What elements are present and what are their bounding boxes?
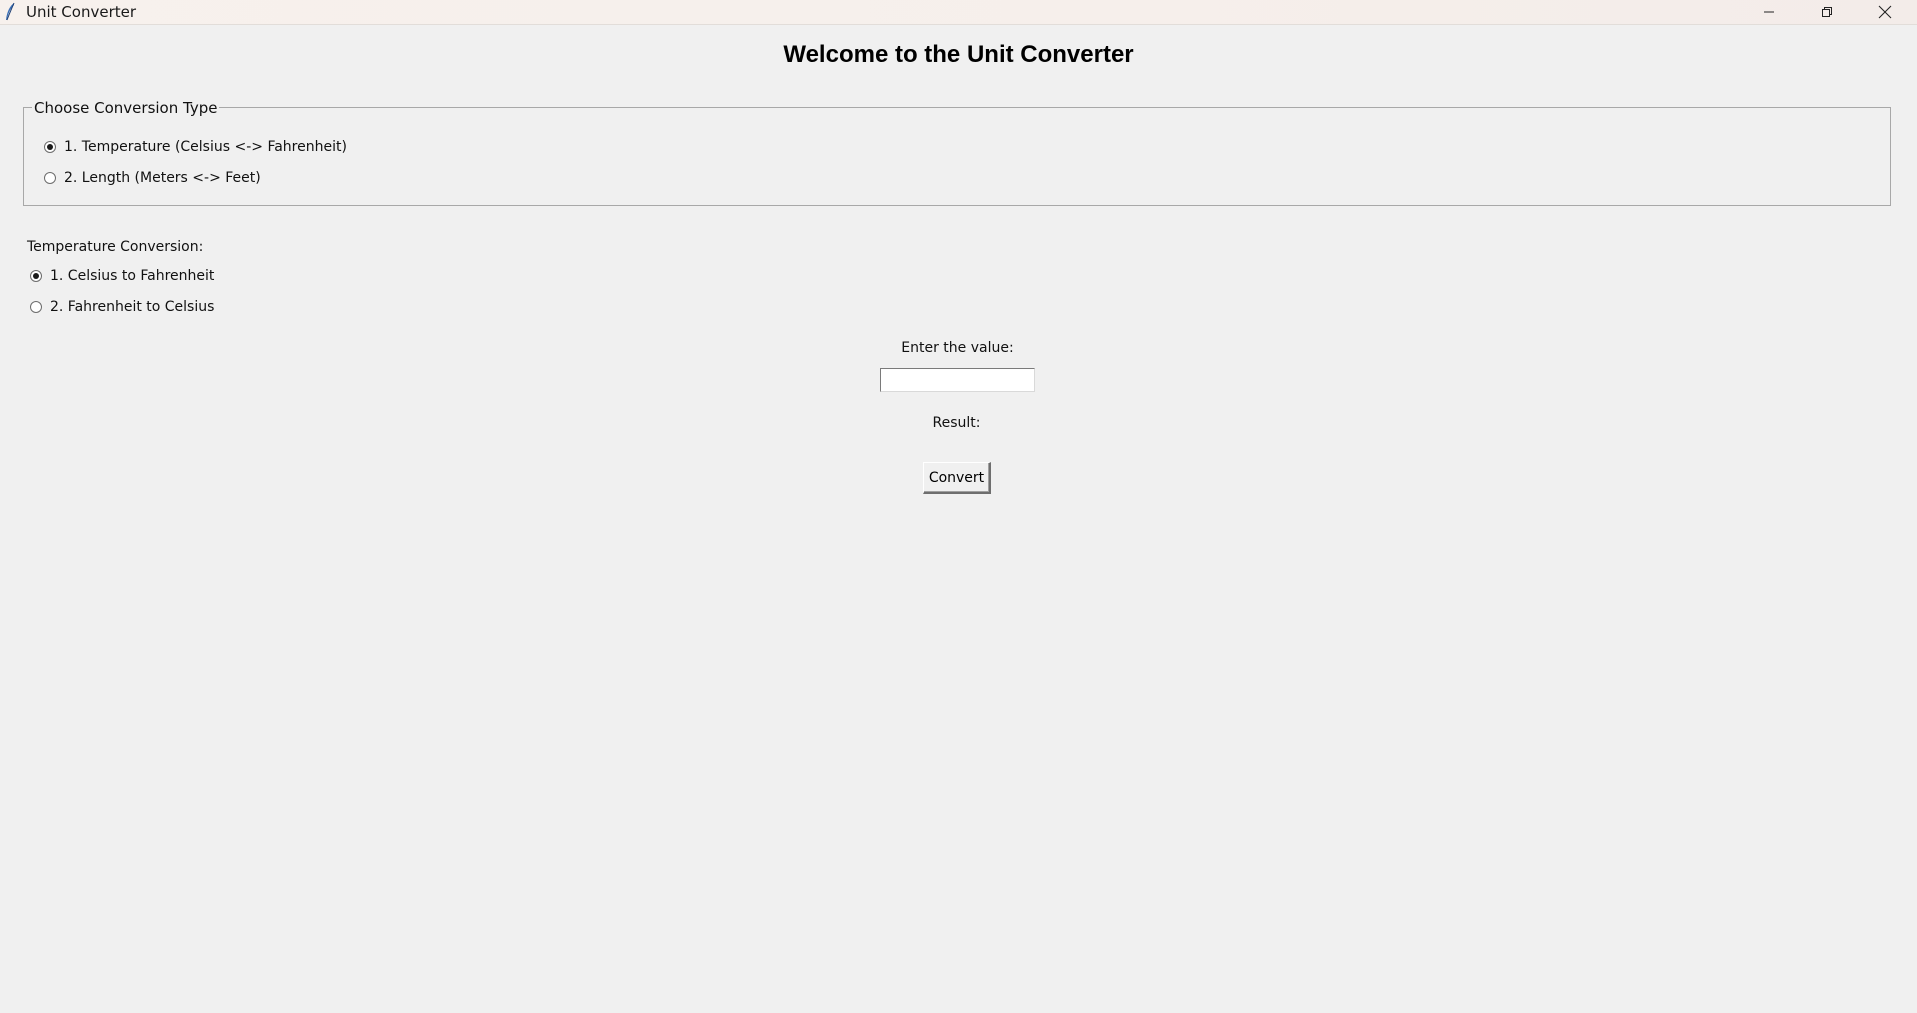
close-button[interactable]	[1856, 0, 1914, 24]
conversion-type-legend: Choose Conversion Type	[32, 99, 220, 117]
temperature-conversion-heading: Temperature Conversion:	[27, 239, 204, 255]
convert-button[interactable]: Convert	[923, 462, 991, 494]
radio-indicator-checked[interactable]	[44, 141, 56, 153]
restore-icon	[1821, 6, 1833, 18]
radio-fahrenheit-to-celsius-label: 2. Fahrenheit to Celsius	[50, 299, 215, 315]
radio-celsius-to-fahrenheit-label: 1. Celsius to Fahrenheit	[50, 268, 215, 284]
enter-value-label: Enter the value:	[901, 340, 1014, 356]
window-title: Unit Converter	[26, 3, 137, 21]
radio-length[interactable]: 2. Length (Meters <-> Feet)	[44, 169, 261, 187]
radio-indicator-checked[interactable]	[30, 270, 42, 282]
minimize-button[interactable]	[1740, 0, 1798, 24]
restore-button[interactable]	[1798, 0, 1856, 24]
radio-celsius-to-fahrenheit[interactable]: 1. Celsius to Fahrenheit	[30, 267, 214, 285]
radio-length-label: 2. Length (Meters <-> Feet)	[64, 170, 261, 186]
value-input[interactable]	[880, 368, 1035, 392]
app-window: Unit Converter Welcome to the Unit Conve…	[0, 0, 1917, 1013]
page-title: Welcome to the Unit Converter	[783, 41, 1134, 68]
title-bar[interactable]: Unit Converter	[0, 0, 1917, 25]
feather-icon	[4, 2, 16, 22]
radio-indicator[interactable]	[30, 301, 42, 313]
close-icon	[1878, 5, 1892, 19]
radio-fahrenheit-to-celsius[interactable]: 2. Fahrenheit to Celsius	[30, 298, 214, 316]
result-label: Result:	[932, 415, 981, 431]
minimize-icon	[1763, 6, 1775, 18]
radio-temperature-label: 1. Temperature (Celsius <-> Fahrenheit)	[64, 139, 347, 155]
radio-indicator[interactable]	[44, 172, 56, 184]
radio-temperature[interactable]: 1. Temperature (Celsius <-> Fahrenheit)	[44, 138, 347, 156]
conversion-type-group: Choose Conversion Type 1. Temperature (C…	[23, 99, 1891, 206]
